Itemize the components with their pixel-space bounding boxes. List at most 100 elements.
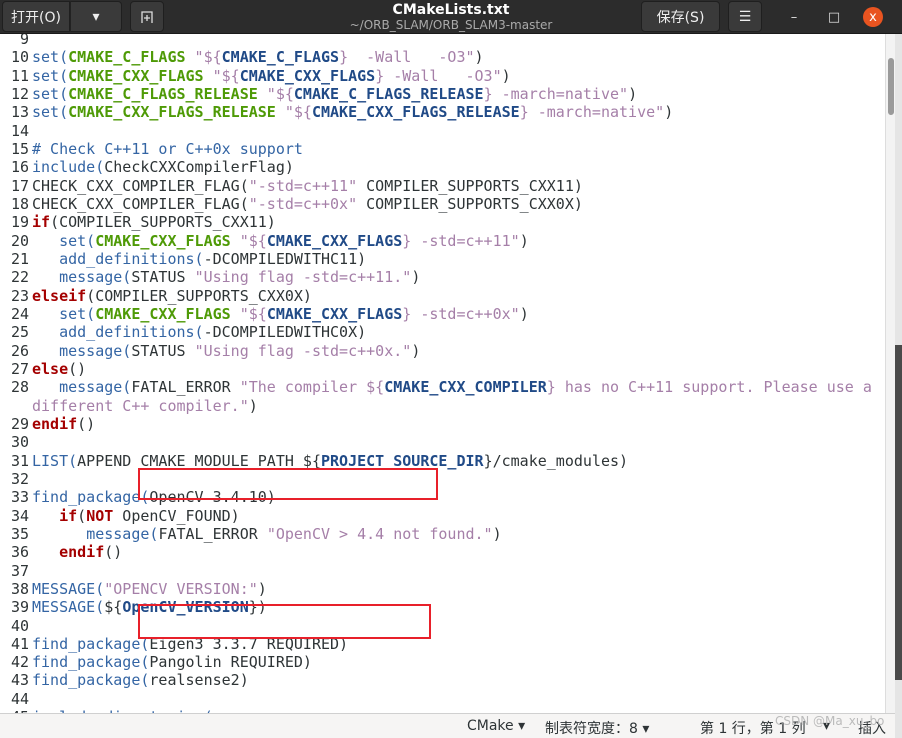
code-line[interactable]: 27 else() bbox=[0, 360, 872, 378]
line-number: 26 bbox=[10, 341, 29, 360]
code-token: "Using flag -std=c++11." bbox=[194, 268, 412, 287]
code-line[interactable]: 29 endif() bbox=[0, 415, 872, 433]
line-number: 42 bbox=[10, 653, 29, 672]
line-number: 39 bbox=[10, 598, 29, 617]
new-tab-icon[interactable] bbox=[130, 1, 164, 32]
code-token: -DCOMPILEDWITHC11) bbox=[203, 249, 367, 268]
code-token: "${ bbox=[257, 84, 294, 103]
code-line[interactable]: 37 bbox=[0, 562, 872, 580]
code-token: find_package( bbox=[32, 634, 150, 653]
open-dropdown-icon[interactable]: ▾ bbox=[70, 1, 122, 32]
code-line[interactable]: 10 set(CMAKE_C_FLAGS "${CMAKE_C_FLAGS} -W… bbox=[0, 48, 872, 66]
code-token: message( bbox=[59, 378, 132, 397]
code-line[interactable]: 40 bbox=[0, 617, 872, 635]
code-line[interactable]: 30 bbox=[0, 433, 872, 451]
line-number: 16 bbox=[10, 158, 29, 177]
code-token: set( bbox=[59, 304, 96, 323]
maximize-icon[interactable]: □ bbox=[824, 7, 844, 27]
code-line[interactable]: 28 message(FATAL_ERROR "The compiler ${C… bbox=[0, 378, 872, 396]
language-selector[interactable]: CMake ▾ bbox=[467, 718, 525, 734]
text-editor[interactable]: 9 10 set(CMAKE_C_FLAGS "${CMAKE_C_FLAGS} -… bbox=[0, 34, 885, 713]
code-line[interactable]: 14 bbox=[0, 122, 872, 140]
code-token: set( bbox=[32, 48, 69, 67]
line-number: 9 bbox=[19, 34, 29, 48]
code-token: "${ bbox=[203, 66, 240, 85]
code-line[interactable]: different C++ compiler.") bbox=[0, 397, 872, 415]
code-token: ) bbox=[411, 268, 421, 287]
code-line[interactable]: 11 set(CMAKE_CXX_FLAGS "${CMAKE_CXX_FLAGS… bbox=[0, 67, 872, 85]
code-line[interactable]: 36 endif() bbox=[0, 543, 872, 561]
code-token: (COMPILER_SUPPORTS_CXX0X) bbox=[86, 286, 312, 305]
code-line[interactable]: 12 set(CMAKE_C_FLAGS_RELEASE "${CMAKE_C_F… bbox=[0, 85, 872, 103]
code-token: } -march=native" bbox=[519, 103, 665, 122]
code-token: } -Wall -O3" bbox=[375, 66, 502, 85]
code-line[interactable]: 39 MESSAGE(${OpenCV_VERSION}) bbox=[0, 598, 872, 616]
code-line[interactable]: 20 set(CMAKE_CXX_FLAGS "${CMAKE_CXX_FLAG… bbox=[0, 232, 872, 250]
code-token: message( bbox=[86, 524, 159, 543]
code-line[interactable]: 19 if (COMPILER_SUPPORTS_CXX11) bbox=[0, 213, 872, 231]
code-token: ) bbox=[519, 231, 529, 250]
code-token: set( bbox=[32, 103, 69, 122]
minimize-icon[interactable]: – bbox=[784, 7, 804, 27]
line-number: 41 bbox=[10, 634, 29, 653]
code-line[interactable]: 22 message(STATUS "Using flag -std=c++11… bbox=[0, 268, 872, 286]
code-line[interactable]: 25 add_definitions(-DCOMPILEDWITHC0X) bbox=[0, 323, 872, 341]
code-line[interactable]: 24 set(CMAKE_CXX_FLAGS "${CMAKE_CXX_FLAG… bbox=[0, 305, 872, 323]
code-line[interactable]: 43 find_package(realsense2) bbox=[0, 671, 872, 689]
code-token: () bbox=[68, 359, 87, 378]
save-button[interactable]: 保存(S) bbox=[641, 1, 720, 32]
code-token: if bbox=[32, 213, 51, 232]
code-line[interactable]: 44 bbox=[0, 690, 872, 708]
code-line[interactable]: 42 find_package(Pangolin REQUIRED) bbox=[0, 653, 872, 671]
code-line[interactable]: 17 CHECK_CXX_COMPILER_FLAG("-std=c++11" C… bbox=[0, 177, 872, 195]
scrollbar-thumb[interactable] bbox=[888, 58, 894, 115]
code-token: "OpenCV > 4.4 not found." bbox=[266, 524, 493, 543]
code-line[interactable]: 15 # Check C++11 or C++0x support bbox=[0, 140, 872, 158]
highlight-box-opencv bbox=[138, 468, 438, 500]
code-line[interactable]: 41 find_package(Eigen3 3.3.7 REQUIRED) bbox=[0, 635, 872, 653]
open-button[interactable]: 打开(O) bbox=[2, 1, 70, 32]
code-token: ) bbox=[492, 524, 502, 543]
line-number: 13 bbox=[10, 103, 29, 122]
code-line[interactable]: 38 MESSAGE("OPENCV VERSION:") bbox=[0, 580, 872, 598]
code-line[interactable]: 18 CHECK_CXX_COMPILER_FLAG("-std=c++0x" C… bbox=[0, 195, 872, 213]
code-token: ${ bbox=[104, 598, 123, 617]
code-token: COMPILER_SUPPORTS_CXX11) bbox=[357, 176, 583, 195]
code-line[interactable]: 35 message(FATAL_ERROR "OpenCV > 4.4 not… bbox=[0, 525, 872, 543]
code-line[interactable]: 16 include(CheckCXXCompilerFlag) bbox=[0, 158, 872, 176]
code-line[interactable]: 23 elseif (COMPILER_SUPPORTS_CXX0X) bbox=[0, 287, 872, 305]
code-line[interactable]: 26 message(STATUS "Using flag -std=c++0x… bbox=[0, 342, 872, 360]
code-token: realsense2) bbox=[149, 671, 249, 690]
code-token: add_definitions( bbox=[59, 323, 204, 342]
line-number: 34 bbox=[10, 506, 29, 525]
code-line[interactable]: 9 bbox=[0, 34, 872, 48]
code-line[interactable]: 21 add_definitions(-DCOMPILEDWITHC11) bbox=[0, 250, 872, 268]
code-token: ) bbox=[519, 304, 529, 323]
code-line[interactable]: 34 if(NOT OpenCV_FOUND) bbox=[0, 507, 872, 525]
menu-icon[interactable]: ☰ bbox=[728, 1, 762, 32]
vertical-scrollbar[interactable] bbox=[885, 34, 895, 713]
code-line[interactable]: 13 set(CMAKE_CXX_FLAGS_RELEASE "${CMAKE_C… bbox=[0, 103, 872, 121]
code-token: find_package( bbox=[32, 653, 150, 672]
code-token: MESSAGE( bbox=[32, 579, 105, 598]
code-token: CMAKE_C_FLAGS_RELEASE bbox=[68, 84, 258, 103]
code-lines[interactable]: 9 10 set(CMAKE_C_FLAGS "${CMAKE_C_FLAGS} -… bbox=[0, 34, 872, 713]
code-token: CMAKE_C_FLAGS bbox=[68, 48, 186, 67]
line-number: 17 bbox=[10, 176, 29, 195]
code-token: add_definitions( bbox=[59, 249, 204, 268]
line-number: 28 bbox=[10, 378, 29, 397]
close-icon[interactable]: x bbox=[863, 7, 883, 27]
code-token: ) bbox=[664, 103, 674, 122]
line-number: 37 bbox=[10, 561, 29, 580]
line-number: 21 bbox=[10, 249, 29, 268]
tab-width-selector[interactable]: 制表符宽度：8 ▾ bbox=[545, 718, 649, 738]
code-token: "${ bbox=[275, 103, 312, 122]
